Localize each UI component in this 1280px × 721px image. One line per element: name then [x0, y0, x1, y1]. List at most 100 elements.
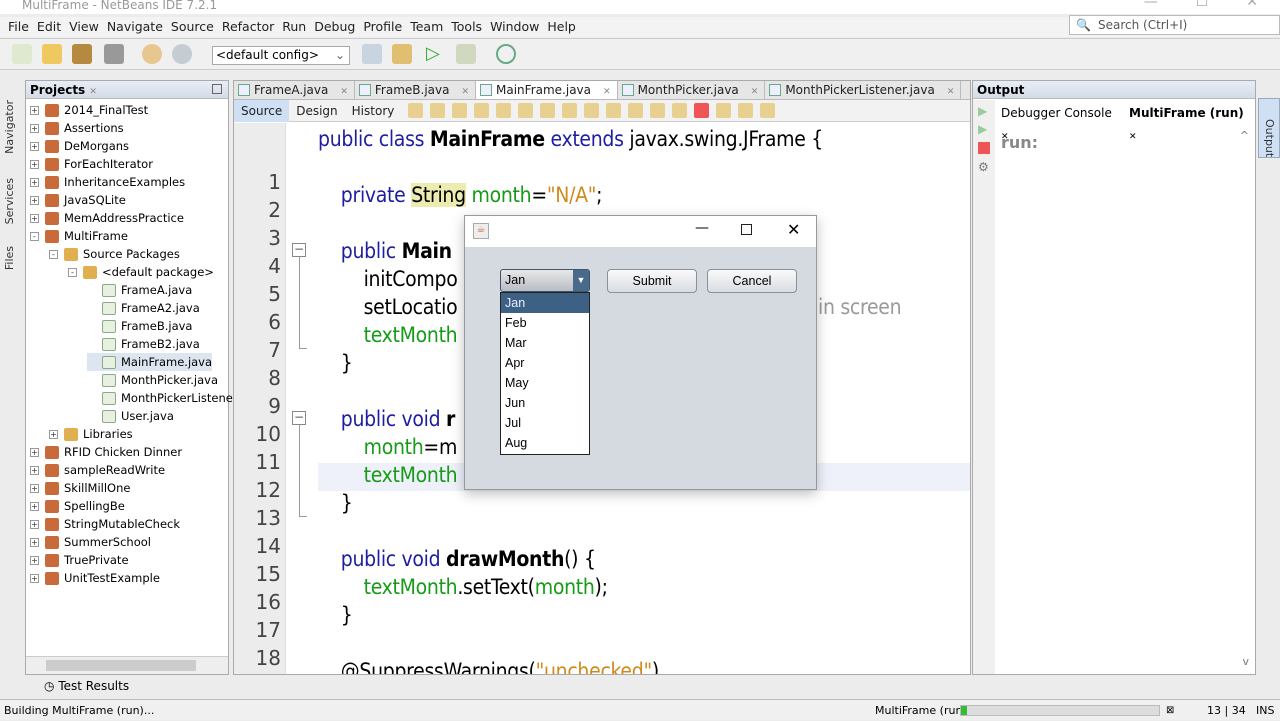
close-icon[interactable]: ✕	[89, 87, 97, 97]
profile-icon[interactable]	[496, 44, 516, 64]
tree-item[interactable]: + Assertions	[30, 119, 124, 137]
close-tab-icon[interactable]: ✕	[461, 87, 469, 97]
minimize-panel-icon[interactable]	[212, 84, 222, 94]
tree-item[interactable]: + JavaSQLite	[30, 191, 126, 209]
close-icon[interactable]: ✕	[787, 220, 800, 239]
diff-icon[interactable]	[738, 103, 754, 118]
submit-button[interactable]: Submit	[607, 269, 697, 293]
config-select[interactable]: <default config> ⌄	[212, 46, 350, 65]
close-tab-icon[interactable]: ✕	[340, 87, 348, 97]
month-option[interactable]: Apr	[501, 353, 589, 373]
menu-refactor[interactable]: Refactor	[218, 17, 278, 37]
maximize-icon[interactable]	[741, 224, 752, 235]
menu-tools[interactable]: Tools	[447, 17, 486, 37]
tree-item[interactable]: + SummerSchool	[30, 533, 151, 551]
tree-item[interactable]: + sampleReadWrite	[30, 461, 165, 479]
menu-navigate[interactable]: Navigate	[103, 17, 167, 37]
menu-window[interactable]: Window	[486, 17, 543, 37]
tree-item[interactable]: FrameB2.java	[87, 335, 200, 353]
minimize-icon[interactable]: —	[695, 220, 709, 236]
shift-down-icon[interactable]	[584, 103, 600, 118]
outdent-icon[interactable]	[672, 103, 688, 118]
side-tab-navigator[interactable]: Navigator	[3, 100, 16, 154]
expand-toggle-icon[interactable]: +	[30, 447, 39, 457]
menu-file[interactable]: File	[4, 17, 33, 37]
debug-icon[interactable]	[456, 44, 476, 64]
fold-toggle-icon[interactable]: −	[292, 243, 306, 257]
shift-up-icon[interactable]	[562, 103, 578, 118]
tree-item[interactable]: + ForEachIterator	[30, 155, 153, 173]
expand-toggle-icon[interactable]: +	[30, 483, 39, 493]
indent-icon[interactable]	[650, 103, 666, 118]
open-project-icon[interactable]	[72, 44, 92, 64]
tree-item[interactable]: - <default package>	[68, 263, 214, 281]
minimize-icon[interactable]: —	[1144, 0, 1158, 10]
cancel-button[interactable]: Cancel	[707, 269, 797, 293]
month-option[interactable]: Jan	[501, 293, 589, 313]
settings-icon[interactable]: ⚙	[978, 160, 995, 174]
scroll-down-icon[interactable]: v	[1242, 655, 1249, 668]
tree-item[interactable]: FrameA2.java	[87, 299, 200, 317]
close-icon[interactable]: ✕	[1246, 0, 1258, 10]
editor-tab[interactable]: FrameB.java ✕	[355, 81, 477, 99]
tree-item[interactable]: + Libraries	[49, 425, 133, 443]
expand-toggle-icon[interactable]: +	[30, 213, 39, 223]
expand-toggle-icon[interactable]: +	[30, 555, 39, 565]
menu-source[interactable]: Source	[167, 17, 218, 37]
new-file-icon[interactable]	[12, 44, 32, 64]
dropdown-arrow-icon[interactable]: ▼	[573, 270, 589, 291]
tree-item[interactable]: +2014_FinalTest	[30, 101, 148, 119]
expand-toggle-icon[interactable]: +	[30, 195, 39, 205]
maximize-icon[interactable]: ☐	[1196, 0, 1209, 10]
macro-stop-icon[interactable]	[716, 103, 732, 118]
build-icon[interactable]	[362, 44, 382, 64]
next-icon[interactable]	[496, 103, 512, 118]
select-icon[interactable]	[540, 103, 556, 118]
editor-tab[interactable]: MonthPicker.java ✕	[618, 81, 766, 99]
tree-item[interactable]: + DeMorgans	[30, 137, 129, 155]
tree-item[interactable]: + SpellingBe	[30, 497, 125, 515]
month-option[interactable]: Aug	[501, 433, 589, 453]
menu-view[interactable]: View	[65, 17, 103, 37]
month-option[interactable]: May	[501, 373, 589, 393]
forward-icon[interactable]	[430, 103, 446, 118]
new-project-icon[interactable]	[42, 44, 62, 64]
menu-debug[interactable]: Debug	[310, 17, 359, 37]
close-tab-icon[interactable]: ✕	[603, 87, 611, 97]
back-icon[interactable]	[408, 103, 424, 118]
stop-icon[interactable]	[978, 142, 990, 154]
month-option[interactable]: Jul	[501, 413, 589, 433]
month-option[interactable]: Feb	[501, 313, 589, 333]
close-tab-icon[interactable]: ✕	[947, 87, 955, 97]
redo-icon[interactable]	[172, 44, 192, 64]
expand-toggle-icon[interactable]: +	[30, 573, 39, 583]
expand-toggle-icon[interactable]: -	[68, 267, 77, 277]
menu-help[interactable]: Help	[543, 17, 580, 37]
month-option[interactable]: Mar	[501, 333, 589, 353]
rerun-different-icon[interactable]: ▶	[978, 122, 995, 136]
side-tab-output[interactable]: Output	[1258, 98, 1280, 158]
save-all-icon[interactable]	[104, 44, 124, 64]
scroll-up-icon[interactable]: ^	[1240, 129, 1249, 142]
tree-item[interactable]: - MultiFrame	[30, 227, 128, 245]
expand-toggle-icon[interactable]: +	[30, 465, 39, 475]
cancel-task-icon[interactable]: ⊠	[1166, 700, 1174, 721]
rerun-icon[interactable]: ▶	[978, 104, 995, 118]
tree-item[interactable]: + SkillMillOne	[30, 479, 130, 497]
tree-item[interactable]: User.java	[87, 407, 174, 425]
view-tab-source[interactable]: Source	[234, 99, 290, 122]
comment-icon[interactable]	[606, 103, 622, 118]
uncomment-icon[interactable]	[628, 103, 644, 118]
expand-toggle-icon[interactable]: -	[30, 231, 39, 241]
expand-toggle-icon[interactable]: +	[30, 141, 39, 151]
tab-multiframe-run[interactable]: MultiFrame (run) ✕	[1121, 102, 1255, 148]
tree-item[interactable]: + StringMutableCheck	[30, 515, 180, 533]
find-icon[interactable]	[452, 103, 468, 118]
expand-toggle-icon[interactable]: +	[30, 105, 39, 115]
clean-build-icon[interactable]	[392, 44, 412, 64]
editor-tab[interactable]: FrameA.java ✕	[234, 81, 355, 99]
editor-tab[interactable]: MonthPickerListener.java ✕	[765, 81, 962, 99]
editor-tab[interactable]: MainFrame.java ✕	[476, 81, 618, 99]
fold-toggle-icon[interactable]: −	[292, 411, 306, 425]
macro-record-icon[interactable]	[694, 103, 710, 118]
